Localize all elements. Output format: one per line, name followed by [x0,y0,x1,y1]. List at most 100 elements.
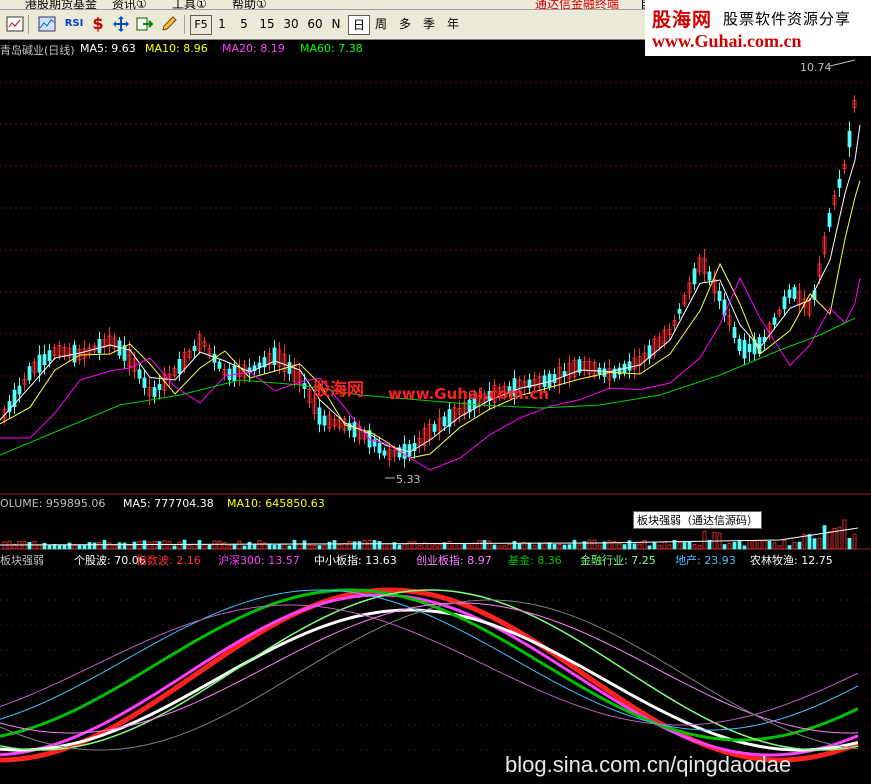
volume-bar [547,542,552,550]
volume-bar [477,539,482,550]
candle-body [747,343,752,353]
volume-bar [272,544,277,550]
volume-bar [487,540,492,550]
candle-body [352,422,357,438]
volume-bar [787,545,792,550]
volume-bar [567,544,572,550]
high-arrow [829,59,856,67]
volume-bar [762,540,767,550]
volume-bar [607,540,612,550]
candle-body [717,290,722,302]
volume-bar [127,544,132,550]
volume-bar [537,542,542,550]
volume-bar [287,545,292,550]
volume-bar [827,531,832,550]
volume-bar [657,544,662,550]
candle-body [552,373,557,384]
volume-bar [852,533,857,550]
footer-watermark: blog.sina.com.cn/qingdaodae [505,752,792,777]
volume-bar [362,540,367,550]
candle-body [847,130,852,148]
legend-realestate: 地产: 23.93 [675,554,736,567]
volume-bar [277,544,282,550]
candle-body [137,369,142,379]
volume-bar [667,544,672,550]
volume-bar [377,541,382,550]
watermark-logo: 股海网 [313,380,364,400]
sme-line [0,604,859,726]
volume-bar [312,545,317,550]
volume-bar [317,545,322,550]
volume-bar [507,543,512,550]
ma20-label: MA20: 8.19 [222,42,285,55]
volume-bar [357,541,362,550]
volume-bar [92,542,97,550]
volume-bar [42,542,47,550]
volume-bar [492,544,497,550]
volume-bar [87,542,92,550]
volume-bar [347,541,352,550]
volume-bar [407,541,412,550]
volume-bar [212,540,217,550]
legend-stock: 个股波: 70.06 [74,554,146,567]
volume-bar [617,543,622,550]
candle-body [627,361,632,371]
volume-bar [517,543,522,550]
volume-bar [677,541,682,550]
candle-body [707,271,712,281]
volume-bar [417,544,422,550]
volume-bar [307,544,312,550]
candle-body [227,368,232,381]
stock-title: 青岛碱业(日线) [0,44,75,57]
candle-body [142,377,147,388]
volume-bar [697,544,702,550]
candle-body [317,407,322,425]
volume-bar [437,543,442,550]
volume-bar [812,538,817,550]
watermark-url: www.Guhai.com.cn [388,385,550,403]
agri-line [0,599,859,751]
volume-bar [432,544,437,550]
volume-bar [117,542,122,550]
volume-bar [107,542,112,550]
candle-body [432,424,437,432]
candle-body [602,368,607,377]
volume-bar [577,544,582,550]
volume-bar [847,537,852,550]
volume-bar [462,544,467,550]
volume-bar [557,544,562,550]
candle-body [97,338,102,354]
volume-bar [372,540,377,550]
volume-bar [132,541,137,550]
candle-body [377,442,382,454]
volume-bar [747,540,752,550]
candle-body [792,287,797,299]
indicator-title: 板块强弱 [0,554,44,567]
ma5-label: MA5: 9.63 [80,42,136,55]
volume-bar [337,544,342,550]
candle-body [287,362,292,374]
tooltip-box: 板块强弱（通达信源码） [633,511,762,529]
volume-bar [147,541,152,550]
volume-bar [122,542,127,550]
volume-bar [112,544,117,550]
volume-bar [202,544,207,550]
volume-bar [327,541,332,550]
candle-body [837,178,842,188]
volume-bar [767,540,772,550]
volume-bar [72,544,77,550]
volume-bar [257,540,262,550]
volume-bar [172,545,177,550]
volume-bar [472,543,477,550]
volume-bar [652,542,657,550]
candle-body [122,345,127,361]
volume-bar [732,541,737,550]
legend-gem: 创业板指: 8.97 [416,554,492,567]
candle-body [177,359,182,374]
volume-bar [242,545,247,550]
volume-bar [797,541,802,550]
volume-bar [782,540,787,550]
volume-bar [382,543,387,550]
candle-body [47,350,52,361]
candle-body [192,345,197,351]
